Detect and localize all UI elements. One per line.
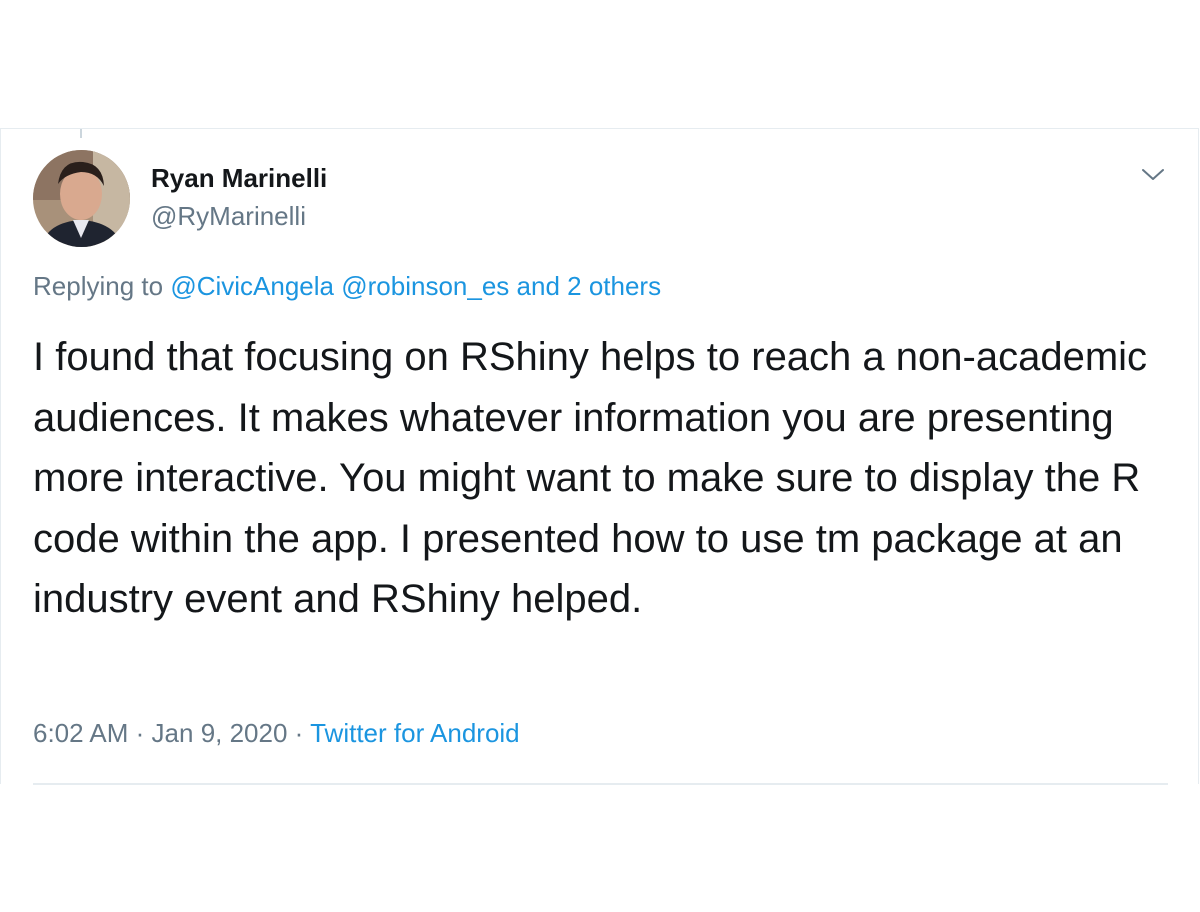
tweet-text: I found that focusing on RShiny helps to… [33,335,1148,621]
others-link[interactable]: and 2 others [517,271,662,301]
replying-to: Replying to @CivicAngela @robinson_es an… [33,271,661,302]
thread-connector-line [80,129,82,138]
avatar-image [33,150,130,247]
mention-robinson-es-link[interactable]: @robinson_es [341,271,509,301]
mention-civicangela-link[interactable]: @CivicAngela [170,271,334,301]
meta-separator: · [135,718,145,748]
tweet-date-link[interactable]: Jan 9, 2020 [152,718,288,748]
author-name[interactable]: Ryan Marinelli [151,163,327,194]
replying-prefix: Replying to [33,271,171,301]
meta-separator: · [294,718,304,748]
tweet-source-link[interactable]: Twitter for Android [310,718,520,748]
tweet-meta: 6:02 AM · Jan 9, 2020 · Twitter for Andr… [33,718,520,749]
tweet-time-link[interactable]: 6:02 AM [33,718,128,748]
chevron-down-icon[interactable] [1140,164,1166,184]
avatar[interactable] [33,150,130,247]
divider [33,783,1168,785]
author-handle[interactable]: @RyMarinelli [151,201,306,232]
